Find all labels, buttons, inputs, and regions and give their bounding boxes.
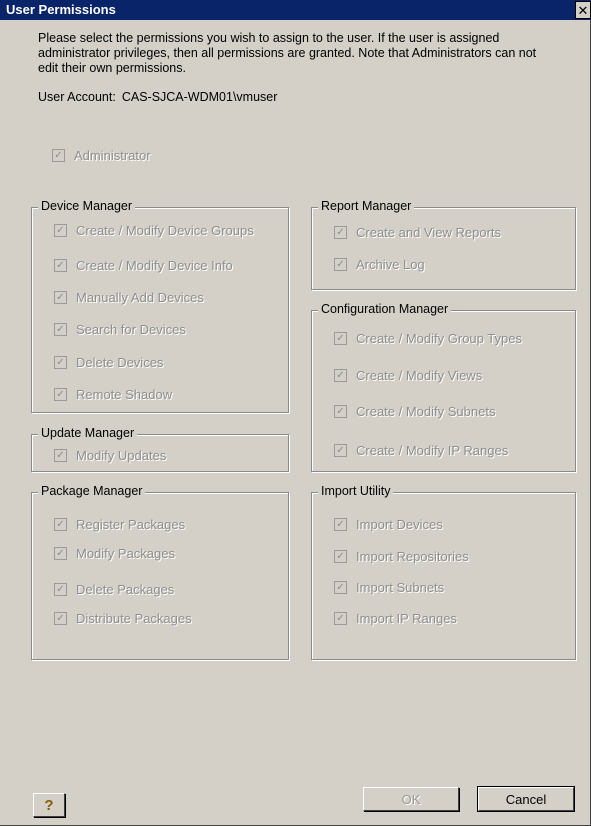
checkbox-check-icon: ✓ [334, 332, 347, 345]
device-manager-group: Device Manager ✓ Create / Modify Device G… [31, 199, 289, 413]
report-manager-title: Report Manager [318, 199, 415, 213]
device-manager-title: Device Manager [38, 199, 136, 213]
permission-label: Create / Modify IP Ranges [356, 443, 509, 458]
package-manager-title: Package Manager [38, 484, 146, 498]
checkbox-check-icon: ✓ [54, 259, 67, 272]
checkbox-check-icon: ✓ [54, 356, 67, 369]
user-account-row: User Account: CAS-SJCA-WDM01\vmuser [38, 90, 283, 104]
permission-checkbox[interactable]: ✓ Modify Packages [54, 546, 175, 561]
permission-checkbox[interactable]: ✓ Manually Add Devices [54, 290, 204, 305]
permission-checkbox[interactable]: ✓ Create / Modify IP Ranges [334, 443, 508, 458]
permission-label: Delete Packages [76, 582, 175, 597]
permission-label: Register Packages [76, 517, 186, 532]
checkbox-check-icon: ✓ [54, 518, 67, 531]
permission-checkbox[interactable]: ✓ Create / Modify Device Info [54, 258, 233, 273]
permission-label: Modify Updates [76, 448, 167, 463]
ok-button[interactable]: OK [363, 787, 459, 811]
update-manager-group: Update Manager ✓ Modify Updates [31, 426, 289, 472]
permission-checkbox[interactable]: ✓ Create / Modify Device Groups [54, 223, 254, 238]
checkbox-check-icon: ✓ [54, 323, 67, 336]
permission-label: Create and View Reports [356, 225, 502, 240]
checkbox-check-icon: ✓ [54, 388, 67, 401]
permission-checkbox[interactable]: ✓ Modify Updates [54, 448, 166, 463]
permission-label: Archive Log [356, 257, 425, 272]
checkbox-check-icon: ✓ [54, 547, 67, 560]
permission-checkbox[interactable]: ✓ Create / Modify Views [334, 368, 482, 383]
permission-checkbox[interactable]: ✓ Import Subnets [334, 580, 444, 595]
permission-checkbox[interactable]: ✓ Delete Packages [54, 582, 174, 597]
permission-checkbox[interactable]: ✓ Create and View Reports [334, 225, 501, 240]
permission-label: Create / Modify Subnets [356, 404, 496, 419]
permission-label: Manually Add Devices [76, 290, 204, 305]
permission-label: Import IP Ranges [356, 611, 457, 626]
permission-checkbox[interactable]: ✓ Delete Devices [54, 355, 163, 370]
checkbox-check-icon: ✓ [334, 405, 347, 418]
administrator-label: Administrator [74, 148, 151, 163]
window-title: User Permissions [6, 2, 116, 17]
permission-checkbox[interactable]: ✓ Distribute Packages [54, 611, 192, 626]
checkbox-check-icon: ✓ [334, 258, 347, 271]
permission-checkbox[interactable]: ✓ Import IP Ranges [334, 611, 457, 626]
checkbox-check-icon: ✓ [334, 612, 347, 625]
permission-checkbox[interactable]: ✓ Search for Devices [54, 322, 186, 337]
permission-label: Create / Modify Device Info [76, 258, 233, 273]
checkbox-check-icon: ✓ [54, 449, 67, 462]
permission-checkbox[interactable]: ✓ Register Packages [54, 517, 185, 532]
permission-label: Import Subnets [356, 580, 445, 595]
close-icon[interactable]: ✕ [575, 1, 591, 19]
permission-checkbox[interactable]: ✓ Remote Shadow [54, 387, 172, 402]
checkbox-check-icon: ✓ [54, 224, 67, 237]
import-utility-title: Import Utility [318, 484, 394, 498]
checkbox-check-icon: ✓ [334, 518, 347, 531]
permission-label: Create / Modify Device Groups [76, 223, 254, 238]
permission-checkbox[interactable]: ✓ Create / Modify Subnets [334, 404, 495, 419]
permission-label: Create / Modify Group Types [356, 331, 522, 346]
permission-label: Import Devices [356, 517, 443, 532]
permission-label: Search for Devices [76, 322, 186, 337]
checkbox-check-icon: ✓ [334, 369, 347, 382]
permission-label: Delete Devices [76, 355, 164, 370]
package-manager-group: Package Manager ✓ Register Packages ✓ Modi… [31, 484, 289, 660]
update-manager-title: Update Manager [38, 426, 138, 440]
permission-label: Remote Shadow [76, 387, 173, 402]
import-utility-group: Import Utility ✓ Import Devices ✓ Import R… [311, 484, 576, 660]
administrator-checkbox[interactable]: ✓ Administrator [52, 148, 151, 163]
permission-label: Distribute Packages [76, 611, 192, 626]
intro-text: Please select the permissions you wish t… [38, 31, 537, 75]
report-manager-group: Report Manager ✓ Create and View Reports … [311, 199, 576, 290]
checkbox-check-icon: ✓ [334, 550, 347, 563]
permission-checkbox[interactable]: ✓ Create / Modify Group Types [334, 331, 522, 346]
permission-checkbox[interactable]: ✓ Archive Log [334, 257, 425, 272]
checkbox-check-icon: ✓ [54, 291, 67, 304]
help-button[interactable]: ? [33, 793, 65, 817]
user-account-label: User Account: [38, 90, 116, 104]
permission-checkbox[interactable]: ✓ Import Repositories [334, 549, 469, 564]
cancel-button[interactable]: Cancel [477, 786, 575, 812]
permission-label: Modify Packages [76, 546, 175, 561]
checkbox-check-icon: ✓ [334, 581, 347, 594]
user-permissions-dialog: User Permissions ✕ Please select the per… [0, 0, 591, 826]
checkbox-check-icon: ✓ [334, 226, 347, 239]
permission-label: Create / Modify Views [356, 368, 483, 383]
configuration-manager-title: Configuration Manager [318, 302, 452, 316]
checkbox-check-icon: ✓ [54, 583, 67, 596]
checkbox-check-icon: ✓ [52, 149, 65, 162]
checkbox-check-icon: ✓ [334, 444, 347, 457]
permission-label: Import Repositories [356, 549, 469, 564]
configuration-manager-group: Configuration Manager ✓ Create / Modify G… [311, 302, 576, 472]
title-bar: User Permissions ✕ [0, 0, 591, 20]
permission-checkbox[interactable]: ✓ Import Devices [334, 517, 443, 532]
user-account-value: CAS-SJCA-WDM01\vmuser [121, 90, 278, 104]
checkbox-check-icon: ✓ [54, 612, 67, 625]
